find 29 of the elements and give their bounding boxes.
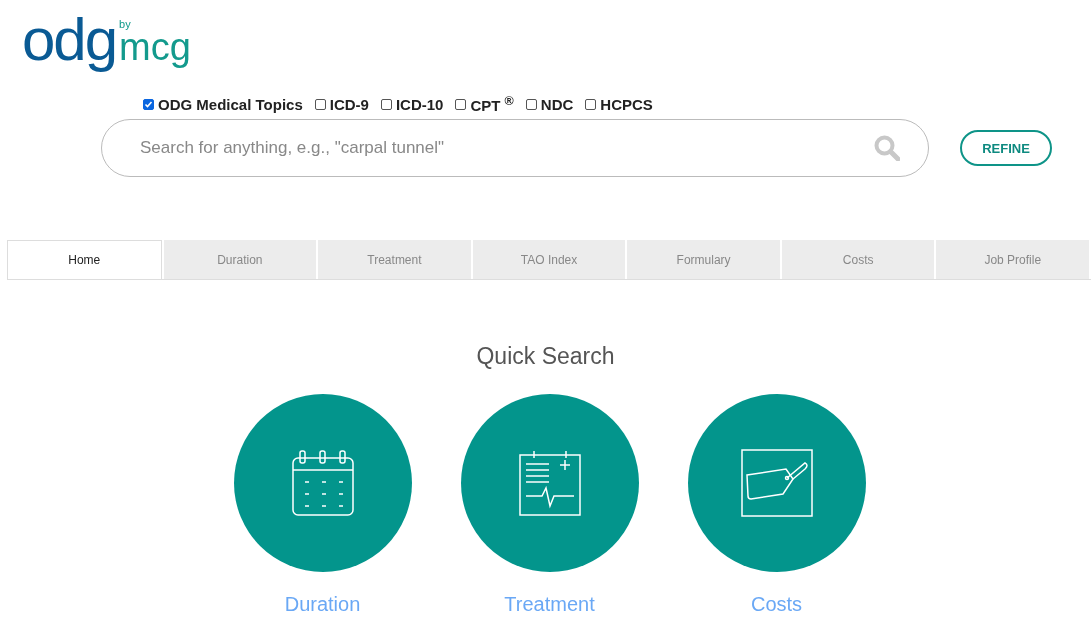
checkbox-label: ODG Medical Topics bbox=[158, 95, 303, 113]
checkbox[interactable] bbox=[455, 98, 467, 110]
tab[interactable]: Job Profile bbox=[936, 240, 1090, 279]
tab[interactable]: Duration bbox=[163, 240, 317, 279]
checkbox-label: NDC bbox=[540, 95, 574, 113]
checkbox[interactable] bbox=[380, 98, 392, 110]
medical-chart-icon bbox=[518, 450, 581, 516]
tab[interactable]: Costs bbox=[781, 240, 935, 279]
quick-search-link[interactable]: Treatment bbox=[504, 593, 595, 616]
tab[interactable]: Treatment bbox=[318, 240, 471, 279]
calendar-icon bbox=[291, 450, 354, 516]
checkbox-label: ICD-10 bbox=[395, 95, 444, 113]
logo-text: odg bbox=[22, 8, 117, 72]
tab[interactable]: TAO Index bbox=[472, 240, 626, 279]
checkbox[interactable] bbox=[143, 98, 154, 110]
section-title: Quick Search bbox=[475, 343, 616, 370]
tab[interactable]: Formulary bbox=[627, 240, 780, 279]
checkbox-label: CPT $^{®}$ bbox=[470, 94, 514, 114]
logo-by-text: by bbox=[119, 19, 132, 30]
checkbox[interactable] bbox=[314, 98, 326, 110]
checkbox[interactable] bbox=[585, 98, 597, 110]
checkbox[interactable] bbox=[525, 98, 537, 110]
tab[interactable]: Home bbox=[7, 240, 162, 279]
quick-search-link[interactable]: Duration bbox=[284, 593, 361, 616]
price-tag-icon bbox=[740, 449, 813, 517]
quick-search-link[interactable]: Costs bbox=[750, 593, 803, 616]
refine-button[interactable]: REFINE bbox=[960, 130, 1052, 166]
checkbox-label: ICD-9 bbox=[329, 95, 369, 113]
checkbox-label: HCPCS bbox=[600, 95, 653, 113]
